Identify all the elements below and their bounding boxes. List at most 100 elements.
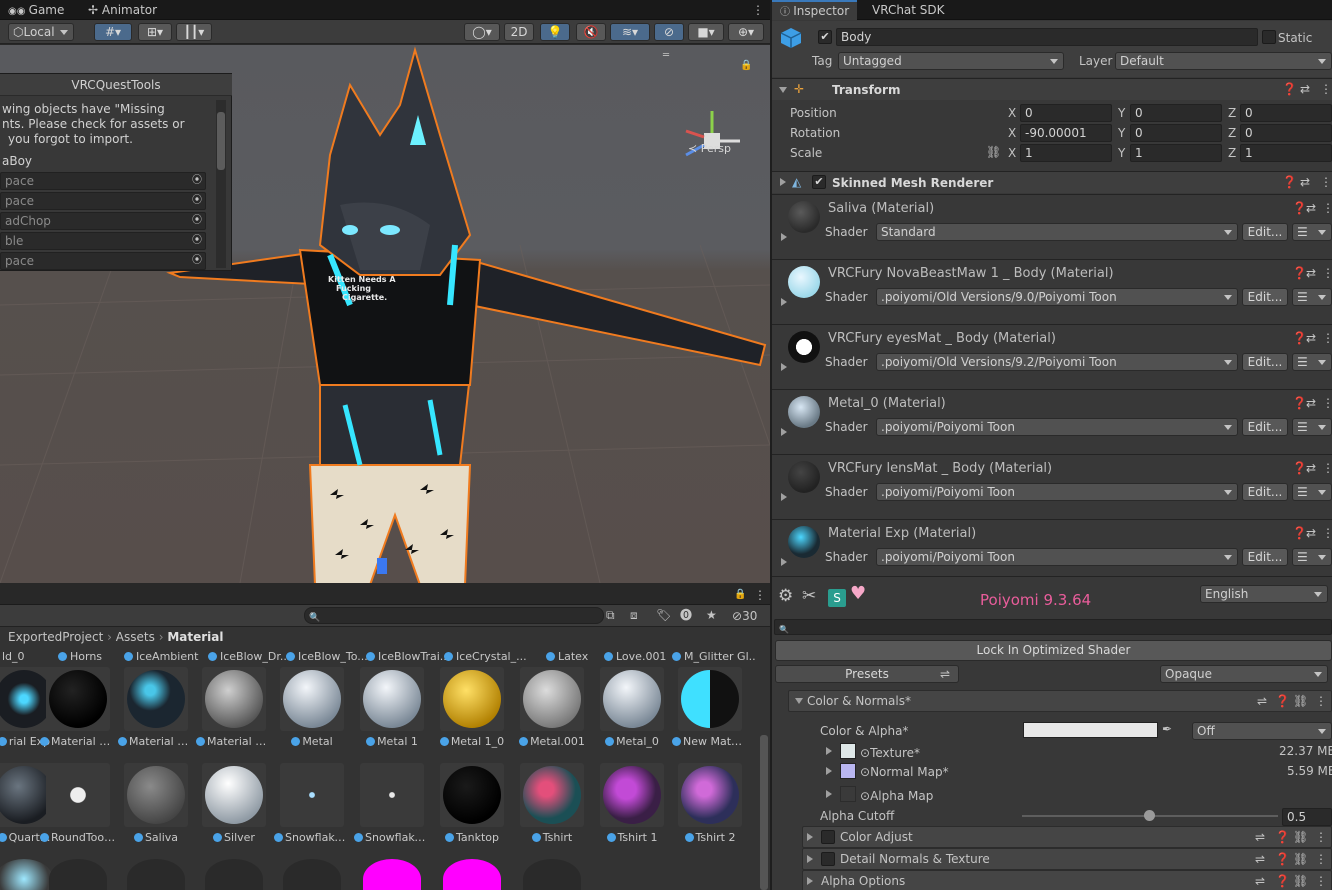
section-enable-checkbox[interactable] xyxy=(821,852,835,866)
scene-viewport[interactable]: Kitten Needs A Fucking Cigarette. ═ 🔒 ≺ Pe… xyxy=(0,45,770,583)
detail-normals-section-header[interactable]: Detail Normals & Texture ⇌ ❓ ⛓ ⋮ xyxy=(802,848,1332,870)
sliders-icon[interactable]: ⇌ xyxy=(1255,830,1265,844)
asset-item-label[interactable]: IceBlowTrai... xyxy=(366,650,450,663)
mode-2d-button[interactable]: 2D xyxy=(504,23,534,41)
shader-dropdown[interactable]: .poiyomi/Poiyomi Toon xyxy=(876,548,1238,566)
lock-in-optimized-shader-button[interactable]: Lock In Optimized Shader xyxy=(775,640,1332,661)
skinned-mesh-renderer-header[interactable]: ◭ ✔ Skinned Mesh Renderer ❓ ⇄ ⋮ xyxy=(772,171,1332,193)
object-field[interactable]: ble ⦿ xyxy=(0,232,206,250)
asset-thumbnail[interactable] xyxy=(0,859,53,890)
shader-options-dropdown[interactable]: ☰ xyxy=(1292,353,1332,371)
asset-thumbnail[interactable] xyxy=(523,859,581,890)
more-icon[interactable]: ⋮ xyxy=(1322,461,1332,475)
link-icon[interactable]: ⛓ xyxy=(986,145,1001,159)
edit-shader-button[interactable]: Edit... xyxy=(1242,288,1288,306)
rotation-z-field[interactable]: 0 xyxy=(1240,124,1332,142)
property-search-input[interactable]: 🔍 xyxy=(774,619,1332,635)
sliders-icon[interactable]: ⇌ xyxy=(1257,694,1267,708)
more-icon[interactable]: ⋮ xyxy=(1315,852,1327,866)
chevron-right-icon[interactable] xyxy=(807,855,813,863)
transform-header[interactable]: ✛ Transform ❓ ⇄ ⋮ xyxy=(772,78,1332,100)
help-icon[interactable]: ❓ xyxy=(1275,874,1290,888)
shader-options-dropdown[interactable]: ☰ xyxy=(1292,223,1332,241)
chevron-down-icon[interactable] xyxy=(779,87,787,93)
target-icon[interactable]: ⦿ xyxy=(192,174,202,188)
sliders-icon[interactable]: ⇌ xyxy=(1255,852,1265,866)
breadcrumb-item[interactable]: Material xyxy=(167,630,223,644)
rotation-x-field[interactable]: -90.00001 xyxy=(1020,124,1112,142)
heart-icon[interactable]: ♥ xyxy=(850,585,866,603)
eyedropper-icon[interactable]: ✒ xyxy=(1162,722,1172,736)
more-icon[interactable]: ⋮ xyxy=(1320,175,1332,189)
warning-icon[interactable]: ⓿ xyxy=(680,608,692,622)
link-icon[interactable]: ⛓ xyxy=(1293,830,1308,844)
ruler-button[interactable]: ┃┃▾ xyxy=(176,23,212,41)
preset-icon[interactable]: ⇄ xyxy=(1306,461,1316,475)
asset-thumbnail[interactable] xyxy=(363,859,421,890)
pivot-dropdown[interactable]: ⬡Local xyxy=(8,23,74,41)
chevron-right-icon[interactable] xyxy=(826,790,832,798)
chevron-right-icon[interactable] xyxy=(807,877,813,885)
language-dropdown[interactable]: English xyxy=(1200,585,1328,603)
audio-button[interactable]: 🔇 xyxy=(576,23,606,41)
alpha-options-section-header[interactable]: Alpha Options ⇌ ❓ ⛓ ⋮ xyxy=(802,870,1332,890)
help-icon[interactable]: ❓ xyxy=(1275,694,1290,708)
hidden-packages-count[interactable]: ⊘30 xyxy=(732,608,757,624)
position-y-field[interactable]: 0 xyxy=(1130,104,1222,122)
material-entry[interactable]: VRCFury NovaBeastMaw 1 _ Body (Material)… xyxy=(772,259,1332,324)
asset-item-label[interactable]: Horns xyxy=(58,650,102,663)
scale-z-field[interactable]: 1 xyxy=(1240,144,1332,162)
edit-shader-button[interactable]: Edit... xyxy=(1242,223,1288,241)
project-scrollbar[interactable] xyxy=(760,735,768,890)
normal-map-thumbnail[interactable] xyxy=(840,763,856,779)
help-icon[interactable]: ❓ xyxy=(1292,461,1307,475)
material-entry[interactable]: Saliva (Material) ❓ ⇄ ⋮ Shader Standard Edit..… xyxy=(772,194,1332,259)
asset-item-label[interactable]: IceBlow_To... xyxy=(286,650,368,663)
preset-icon[interactable]: ⇄ xyxy=(1306,201,1316,215)
enabled-checkbox[interactable]: ✔ xyxy=(812,175,826,189)
active-checkbox[interactable]: ✔ xyxy=(818,30,832,44)
chevron-down-icon[interactable] xyxy=(795,698,803,704)
help-icon[interactable]: ❓ xyxy=(1292,201,1307,215)
alpha-cutoff-field[interactable]: 0.5 xyxy=(1282,808,1332,826)
target-icon[interactable]: ⦿ xyxy=(192,254,202,268)
more-icon[interactable]: ⋮ xyxy=(1315,830,1327,844)
edit-shader-button[interactable]: Edit... xyxy=(1242,483,1288,501)
asset-thumbnail[interactable] xyxy=(49,859,107,890)
more-icon[interactable]: ⋮ xyxy=(1322,526,1332,540)
shader-dropdown[interactable]: .poiyomi/Poiyomi Toon xyxy=(876,418,1238,436)
chevron-right-icon[interactable] xyxy=(781,493,787,501)
gizmo-label-persp[interactable]: ≺ Persp xyxy=(688,141,731,157)
camera-button[interactable]: ■▾ xyxy=(688,23,724,41)
target-icon[interactable]: ⦿ xyxy=(192,214,202,228)
presets-button[interactable]: Presets ⇌ xyxy=(775,665,959,683)
chevron-right-icon[interactable] xyxy=(781,363,787,371)
asset-item-label[interactable]: IceBlow_Dr... xyxy=(208,650,290,663)
more-icon[interactable]: ⋮ xyxy=(1322,396,1332,410)
edit-shader-button[interactable]: Edit... xyxy=(1242,548,1288,566)
render-preset-dropdown[interactable]: Opaque xyxy=(1160,665,1328,683)
help-icon[interactable]: ❓ xyxy=(1292,396,1307,410)
chevron-right-icon[interactable] xyxy=(780,178,786,186)
target-icon[interactable]: ⦿ xyxy=(192,234,202,248)
slider-thumb[interactable] xyxy=(1144,810,1155,821)
search-by-type-icon[interactable]: ⧈ xyxy=(630,608,638,622)
asset-thumbnail[interactable] xyxy=(443,859,501,890)
tag-dropdown[interactable]: Untagged xyxy=(838,52,1064,70)
object-field[interactable]: pace ⦿ xyxy=(0,172,206,190)
scale-y-field[interactable]: 1 xyxy=(1130,144,1222,162)
tab-vrchat-sdk[interactable]: VRChat SDK xyxy=(864,0,953,20)
rotation-y-field[interactable]: 0 xyxy=(1130,124,1222,142)
shader-options-dropdown[interactable]: ☰ xyxy=(1292,548,1332,566)
material-entry[interactable]: VRCFury lensMat _ Body (Material) ❓ ⇄ ⋮ Shad… xyxy=(772,454,1332,519)
hidden-toggle-button[interactable]: ⊘ xyxy=(654,23,684,41)
shader-options-dropdown[interactable]: ☰ xyxy=(1292,418,1332,436)
color-adjust-section-header[interactable]: Color Adjust ⇌ ❓ ⛓ ⋮ xyxy=(802,826,1332,848)
preset-icon[interactable]: ⇄ xyxy=(1300,175,1310,189)
chevron-right-icon[interactable] xyxy=(826,747,832,755)
tools-icon[interactable]: ✂ xyxy=(802,588,816,605)
preset-icon[interactable]: ⇄ xyxy=(1300,82,1310,96)
lock-icon[interactable]: 🔒 xyxy=(740,59,752,73)
shader-dropdown[interactable]: .poiyomi/Poiyomi Toon xyxy=(876,483,1238,501)
link-icon[interactable]: ⛓ xyxy=(1293,852,1308,866)
